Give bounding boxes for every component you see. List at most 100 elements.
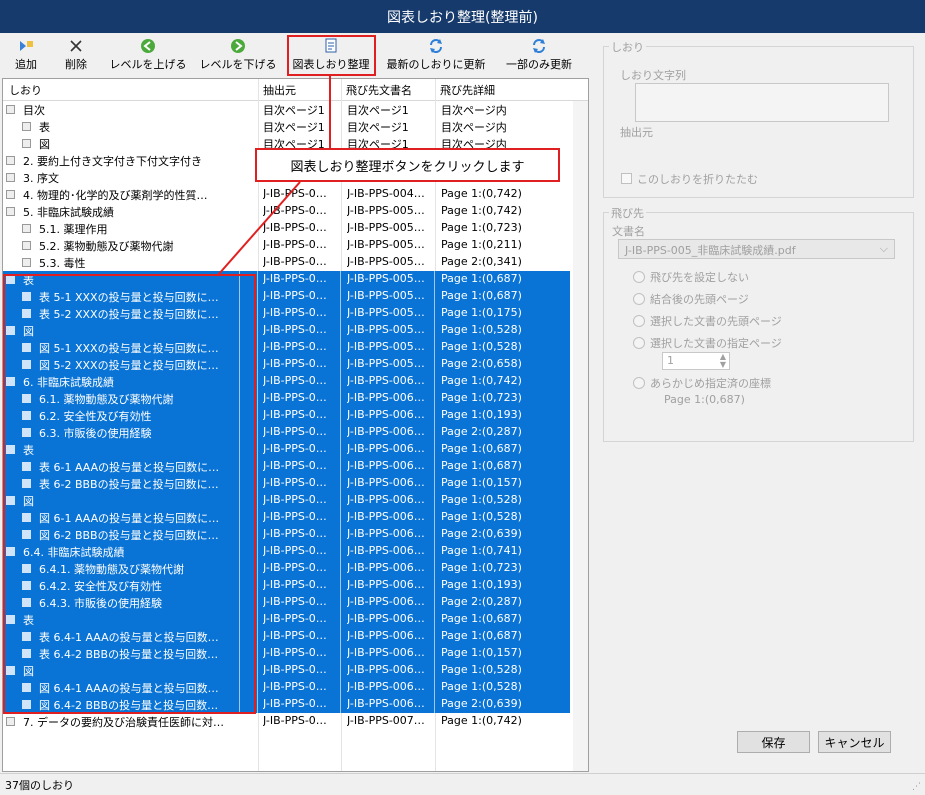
cell-divider [257,441,258,458]
cell-divider [434,339,435,356]
tree-row[interactable]: 5.1. 薬理作用 J-IB-PPS-0… J-IB-PPS-005… Page 1:… [3,220,570,237]
expand-icon[interactable] [22,122,31,131]
cell-divider [340,645,341,662]
row-dest-doc: J-IB-PPS-006… [347,442,425,455]
row-dest-detail: 目次ページ内 [441,104,507,117]
expand-icon[interactable] [22,224,31,233]
tree-row[interactable]: 5.3. 毒性 J-IB-PPS-0… J-IB-PPS-005… Page 2:(0… [3,254,570,271]
expand-icon[interactable] [6,156,15,165]
cancel-button[interactable]: キャンセル [818,731,891,753]
col-bookmark[interactable]: しおり [9,82,42,98]
expand-icon[interactable] [6,173,15,182]
row-dest-doc: J-IB-PPS-005… [347,306,425,319]
doc-name-select[interactable]: J-IB-PPS-005_非臨床試験成績.pdf ⌵ [618,239,895,259]
row-dest-doc: J-IB-PPS-006… [347,578,425,591]
resize-grip-icon[interactable]: ⋰ [912,782,921,792]
vertical-scrollbar[interactable] [573,101,588,771]
tree-row[interactable]: 表 目次ページ1 目次ページ1 目次ページ内 [3,118,570,135]
row-dest-doc: J-IB-PPS-004… [347,187,425,200]
row-dest-doc: J-IB-PPS-005… [347,238,425,251]
cell-divider [434,696,435,713]
doc-name-label: 文書名 [612,225,645,238]
cell-divider [257,611,258,628]
expand-icon[interactable] [6,207,15,216]
col-dest-doc[interactable]: 飛び先文書名 [346,82,412,98]
row-dest-doc: J-IB-PPS-006… [347,663,425,676]
cell-divider [257,679,258,696]
row-dest-doc: J-IB-PPS-006… [347,459,425,472]
expand-icon[interactable] [6,717,15,726]
cell-divider [340,271,341,288]
row-dest-doc: J-IB-PPS-006… [347,544,425,557]
row-dest-detail: Page 1:(0,528) [441,663,522,676]
row-dest-doc: J-IB-PPS-006… [347,561,425,574]
cell-divider [434,356,435,373]
row-source: J-IB-PPS-0… [263,714,327,727]
expand-icon[interactable] [6,190,15,199]
expand-icon[interactable] [22,139,31,148]
cell-divider [257,577,258,594]
row-source: J-IB-PPS-0… [263,391,327,404]
dest-option-radio[interactable] [633,337,645,349]
dest-option-radio[interactable] [633,315,645,327]
cell-divider [340,696,341,713]
row-source: J-IB-PPS-0… [263,629,327,642]
tree-row[interactable]: 5.2. 薬物動態及び薬物代謝 J-IB-PPS-0… J-IB-PPS-005… P… [3,237,570,254]
bookmark-text-field[interactable] [635,83,889,122]
row-dest-detail: Page 1:(0,687) [441,612,522,625]
dest-option-radio[interactable] [633,271,645,283]
save-button[interactable]: 保存 [737,731,810,753]
callout-note: 図表しおり整理ボタンをクリックします [255,148,560,182]
expand-icon[interactable] [22,241,31,250]
tree-row[interactable]: 5. 非臨床試験成績 J-IB-PPS-0… J-IB-PPS-005… Page 1… [3,203,570,220]
level-down-button[interactable]: レベルを下げる [200,36,277,74]
dest-option-label: あらかじめ指定済の座標 [650,377,771,390]
row-dest-detail: Page 1:(0,211) [441,238,522,251]
row-dest-detail: Page 1:(0,528) [441,340,522,353]
cell-divider [434,305,435,322]
cell-divider [340,288,341,305]
tree-row[interactable]: 7. データの要約及び治験責任医師に対… J-IB-PPS-0… J-IB-PPS-… [3,713,570,730]
delete-button[interactable]: 削除 [60,36,92,74]
add-button[interactable]: 追加 [10,36,42,74]
row-source: J-IB-PPS-0… [263,544,327,557]
tree-row[interactable]: 4. 物理的･化学的及び薬剤学的性質… J-IB-PPS-0… J-IB-PPS-0… [3,186,570,203]
row-dest-detail: Page 2:(0,658) [441,357,522,370]
row-dest-detail: Page 1:(0,723) [441,221,522,234]
cell-divider [434,424,435,441]
row-dest-detail: Page 1:(0,687) [441,289,522,302]
col-source[interactable]: 抽出元 [263,82,296,98]
bookmark-count: 37個のしおり [5,778,74,792]
row-dest-doc: J-IB-PPS-006… [347,629,425,642]
row-source: J-IB-PPS-0… [263,425,327,438]
dest-option-radio[interactable] [633,293,645,305]
refresh-partial-button[interactable]: 一部のみ更新 [503,36,575,74]
spin-arrows-icon[interactable]: ▲ ▼ [720,353,726,369]
row-dest-detail: Page 1:(0,528) [441,680,522,693]
close-icon [66,38,86,54]
col-dest-detail[interactable]: 飛び先詳細 [440,82,495,98]
refresh-all-button[interactable]: 最新のしおりに更新 [387,36,486,74]
row-dest-detail: Page 1:(0,528) [441,510,522,523]
expand-icon[interactable] [22,258,31,267]
cell-divider [257,271,258,288]
cell-divider [434,560,435,577]
status-bar: 37個のしおり ⋰ [0,773,925,795]
level-up-button[interactable]: レベルを上げる [110,36,187,74]
fold-checkbox[interactable] [621,173,632,184]
dest-option-radio[interactable] [633,377,645,389]
row-dest-doc: J-IB-PPS-005… [347,323,425,336]
row-label: 表 [39,121,50,134]
dest-option-label: 選択した文書の先頭ページ [650,315,782,328]
cell-divider [340,526,341,543]
row-dest-detail: Page 1:(0,723) [441,391,522,404]
bookmark-group-title: しおり [609,39,646,55]
expand-icon[interactable] [6,105,15,114]
tree-row[interactable]: 目次 目次ページ1 目次ページ1 目次ページ内 [3,101,570,118]
source-label: 抽出元 [620,126,653,139]
row-dest-doc: J-IB-PPS-005… [347,340,425,353]
row-dest-doc: J-IB-PPS-006… [347,646,425,659]
row-source: J-IB-PPS-0… [263,459,327,472]
row-dest-detail: Page 1:(0,193) [441,578,522,591]
page-spinner[interactable]: 1 ▲ ▼ [662,352,730,370]
